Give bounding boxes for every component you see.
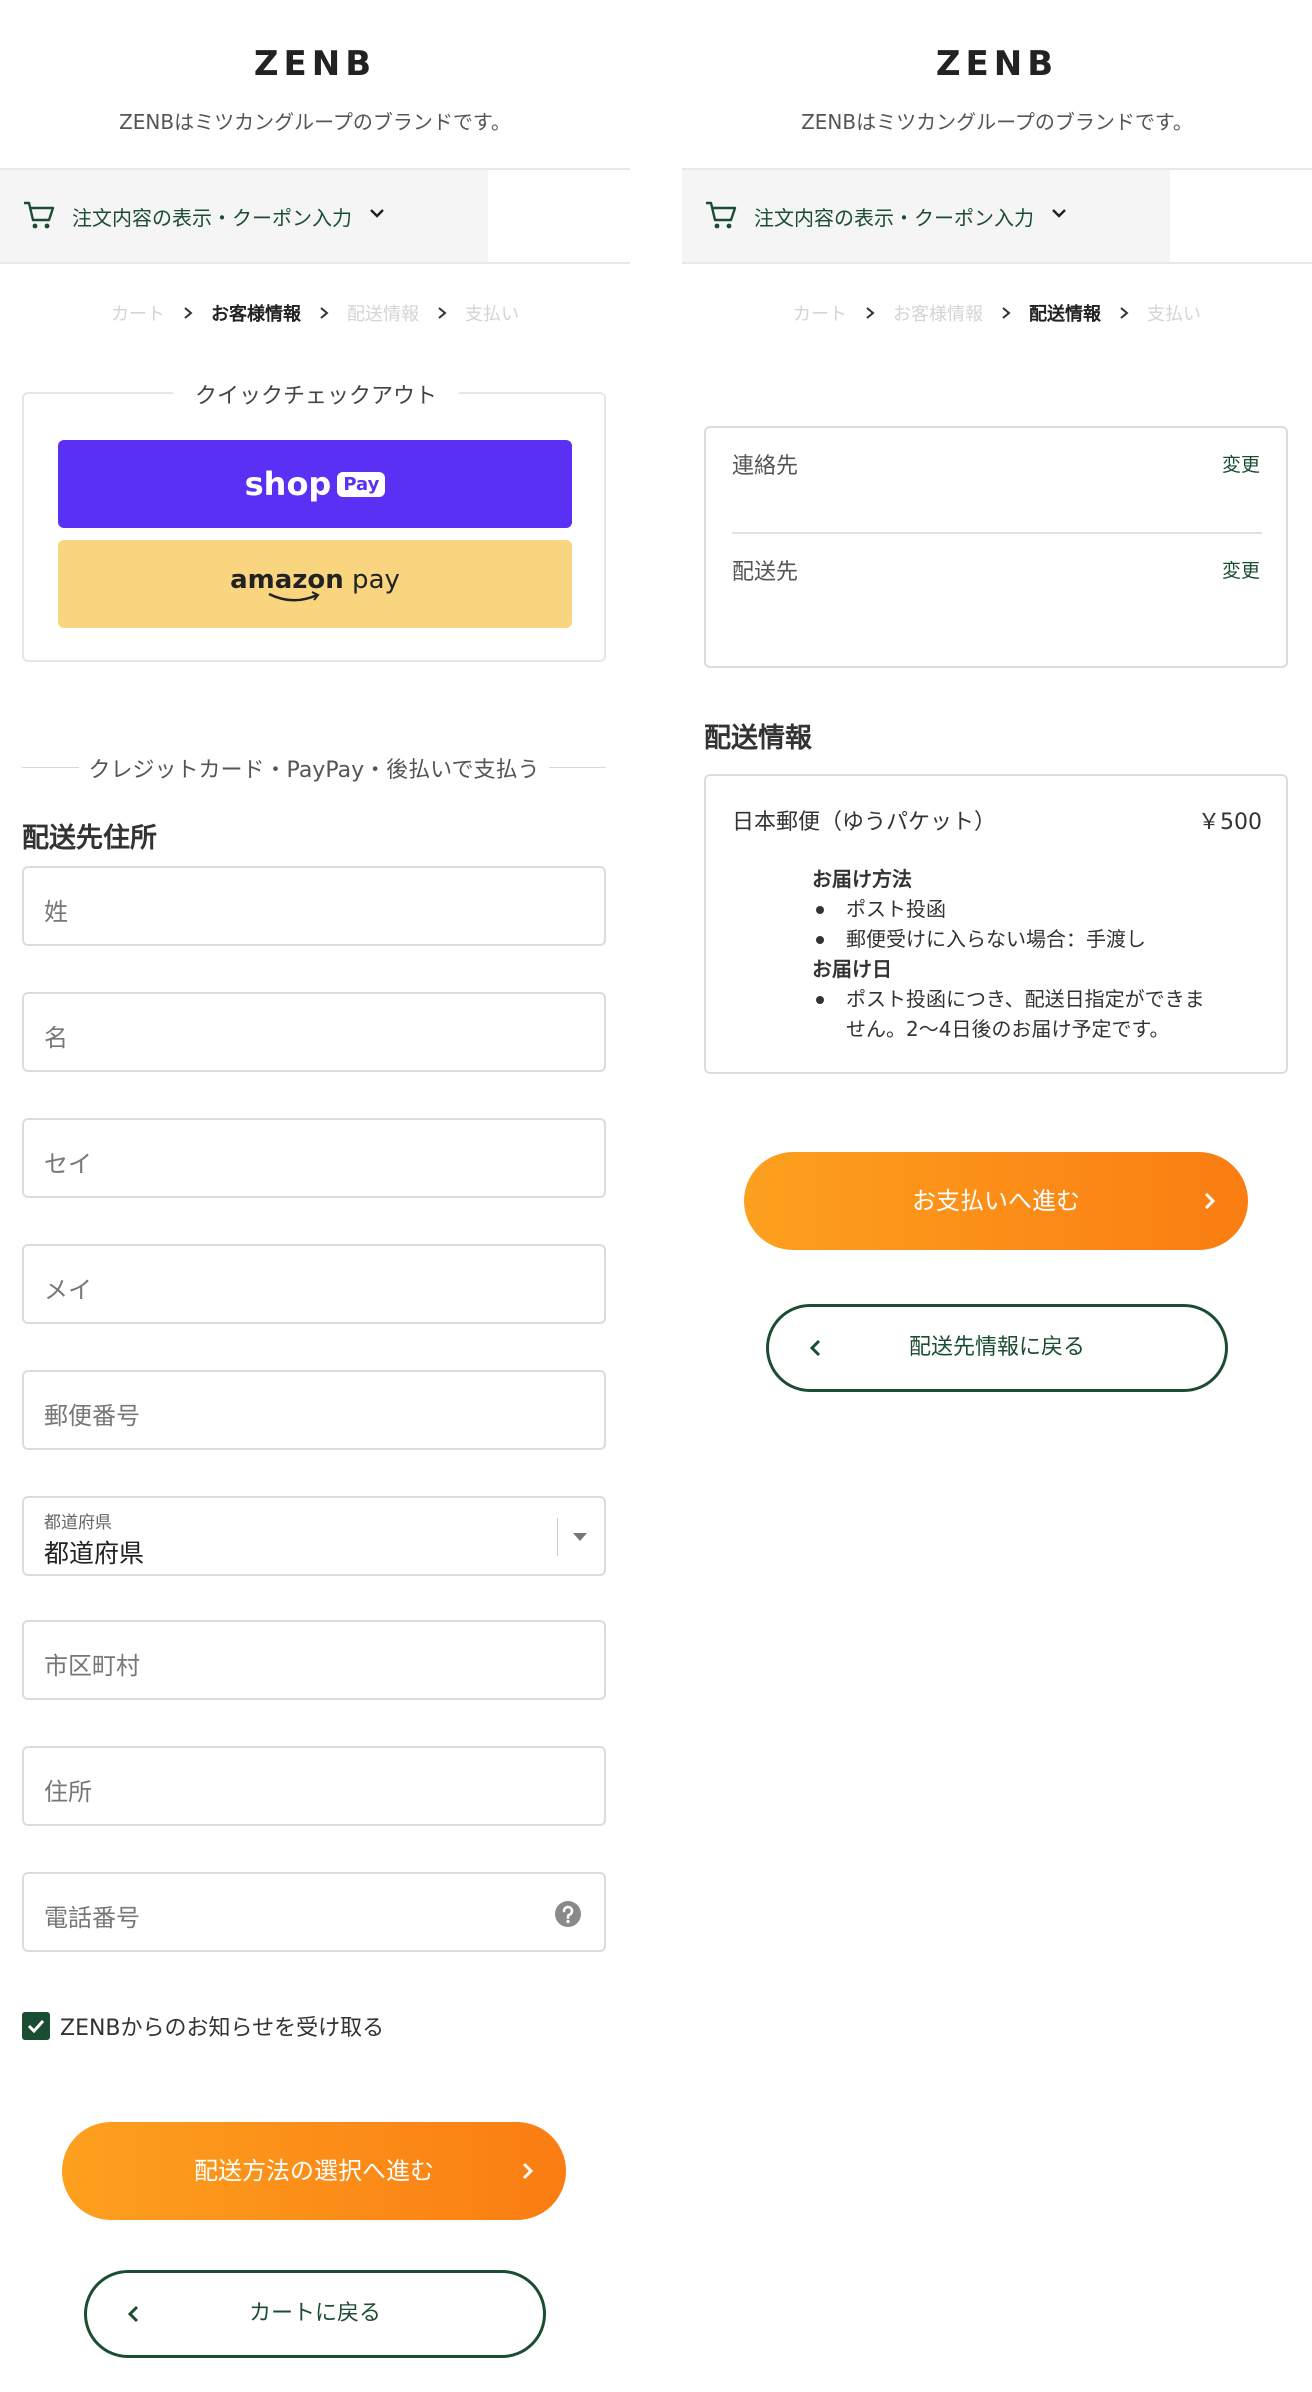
order-summary-toggle[interactable]: 注文内容の表示・クーポン入力 <box>0 168 630 264</box>
phone-placeholder: 電話番号 <box>44 1904 140 1932</box>
amazon-smile-icon <box>268 591 320 602</box>
amazon-pay-button[interactable]: amazon pay <box>58 540 572 628</box>
order-summary-label: 注文内容の表示・クーポン入力 <box>754 206 1034 230</box>
back-to-cart-button[interactable]: カートに戻る <box>84 2270 546 2358</box>
brand-tagline: ZENBはミツカングループのブランドです。 <box>801 110 1193 134</box>
prefecture-value: 都道府県 <box>44 1539 145 1568</box>
alt-payment-title: クレジットカード・PayPay・後払いで支払う <box>78 758 550 783</box>
first-name-kana-field[interactable]: メイ <box>22 1244 606 1324</box>
quick-checkout-title: クイックチェックアウト <box>172 384 459 409</box>
breadcrumb-payment: 支払い <box>1147 304 1201 325</box>
address-field[interactable]: 住所 <box>22 1746 606 1826</box>
breadcrumb-shipping: 配送情報 <box>347 304 419 325</box>
quick-checkout-box: クイックチェックアウト shop Pay amazon pay <box>22 384 606 662</box>
shop-pay-button[interactable]: shop Pay <box>58 440 572 528</box>
shipping-method-name: 日本郵便（ゆうパケット） <box>732 810 997 835</box>
last-name-kana-field[interactable]: セイ <box>22 1118 606 1198</box>
ship-to-label: 配送先 <box>732 560 799 585</box>
chevron-right-icon <box>866 307 875 319</box>
check-icon <box>27 2019 45 2034</box>
last-name-field[interactable]: 姓 <box>22 866 606 946</box>
breadcrumb-customer-info: お客様情報 <box>211 304 301 325</box>
review-box: 連絡先 変更 配送先 変更 <box>704 426 1288 668</box>
cart-icon <box>706 201 737 229</box>
continue-to-payment-label: お支払いへ進む <box>912 1187 1080 1215</box>
chevron-right-icon <box>1204 1192 1216 1210</box>
shipping-method-details: お届け方法 ポスト投函 郵便受けに入らない場合：手渡し お届け日 ポスト投函につ… <box>812 864 1262 1044</box>
continue-to-shipping-label: 配送方法の選択へ進む <box>194 2157 434 2185</box>
contact-label: 連絡先 <box>732 454 799 479</box>
delivery-method-heading: お届け方法 <box>812 867 912 891</box>
chevron-right-icon <box>184 307 193 319</box>
delivery-date-item: ポスト投函につき、配送日指定ができま せん。2〜4日後のお届け予定です。 <box>812 984 1262 1044</box>
chevron-down-icon <box>1052 209 1066 218</box>
delivery-method-item: ポスト投函 <box>812 894 1262 924</box>
first-name-kana-placeholder: メイ <box>44 1276 92 1304</box>
back-to-shipping-address-button[interactable]: 配送先情報に戻る <box>766 1304 1228 1392</box>
chevron-left-icon <box>809 1339 821 1357</box>
chevron-right-icon <box>522 2162 534 2180</box>
zenb-logo[interactable]: ZENB <box>682 44 1312 84</box>
alt-payment-divider: クレジットカード・PayPay・後払いで支払う <box>22 752 606 783</box>
first-name-field[interactable]: 名 <box>22 992 606 1072</box>
city-field[interactable]: 市区町村 <box>22 1620 606 1700</box>
shipping-method-price: ￥500 <box>1198 810 1262 835</box>
breadcrumb: カート お客様情報 配送情報 支払い <box>0 300 630 326</box>
newsletter-checkbox-row[interactable]: ZENBからのお知らせを受け取る <box>22 2010 384 2042</box>
breadcrumb-customer-info[interactable]: お客様情報 <box>893 300 983 326</box>
newsletter-label: ZENBからのお知らせを受け取る <box>60 2016 385 2041</box>
change-contact-link[interactable]: 変更 <box>1222 450 1260 477</box>
prefecture-label: 都道府県 <box>44 1513 112 1533</box>
shop-pay-wordmark: shop <box>244 465 332 503</box>
delivery-date-heading: お届け日 <box>812 957 892 981</box>
breadcrumb-cart[interactable]: カート <box>793 300 847 326</box>
last-name-placeholder: 姓 <box>44 898 68 926</box>
phone-field[interactable]: 電話番号 <box>22 1872 606 1952</box>
shipping-address-heading: 配送先住所 <box>22 823 157 854</box>
dropdown-arrow-icon <box>573 1533 587 1541</box>
chevron-right-icon <box>1120 307 1129 319</box>
postal-code-field[interactable]: 郵便番号 <box>22 1370 606 1450</box>
chevron-left-icon <box>127 2305 139 2323</box>
help-icon[interactable] <box>554 1900 582 1928</box>
last-name-kana-placeholder: セイ <box>44 1150 92 1178</box>
breadcrumb-cart[interactable]: カート <box>111 300 165 326</box>
back-to-cart-label: カートに戻る <box>248 2301 381 2326</box>
order-summary-label: 注文内容の表示・クーポン入力 <box>72 206 352 230</box>
shop-pay-pill: Pay <box>337 471 386 497</box>
shipping-info-heading: 配送情報 <box>704 723 812 754</box>
order-summary-toggle[interactable]: 注文内容の表示・クーポン入力 <box>682 168 1312 264</box>
chevron-right-icon <box>320 307 329 319</box>
first-name-placeholder: 名 <box>44 1024 68 1052</box>
shipping-info-panel: ZENB ZENBはミツカングループのブランドです。 注文内容の表示・クーポン入… <box>682 0 1312 2392</box>
continue-to-payment-button[interactable]: お支払いへ進む <box>744 1152 1248 1250</box>
city-placeholder: 市区町村 <box>44 1652 140 1680</box>
newsletter-checkbox[interactable] <box>22 2012 50 2040</box>
chevron-right-icon <box>438 307 447 319</box>
shipping-method-option[interactable]: 日本郵便（ゆうパケット） ￥500 お届け方法 ポスト投函 郵便受けに入らない場… <box>704 774 1288 1074</box>
back-to-shipping-address-label: 配送先情報に戻る <box>908 1335 1085 1360</box>
customer-info-panel: ZENB ZENBはミツカングループのブランドです。 注文内容の表示・クーポン入… <box>0 0 630 2392</box>
continue-to-shipping-button[interactable]: 配送方法の選択へ進む <box>62 2122 566 2220</box>
order-total-area <box>1170 170 1312 262</box>
address-placeholder: 住所 <box>44 1778 92 1806</box>
cart-icon <box>24 201 55 229</box>
order-total-area <box>488 170 630 262</box>
change-ship-to-link[interactable]: 変更 <box>1222 556 1260 583</box>
breadcrumb: カート お客様情報 配送情報 支払い <box>682 300 1312 326</box>
breadcrumb-shipping: 配送情報 <box>1029 304 1101 325</box>
chevron-right-icon <box>1002 307 1011 319</box>
breadcrumb-payment: 支払い <box>465 304 519 325</box>
zenb-logo[interactable]: ZENB <box>0 44 630 84</box>
postal-code-placeholder: 郵便番号 <box>44 1402 140 1430</box>
chevron-down-icon <box>370 209 384 218</box>
brand-tagline: ZENBはミツカングループのブランドです。 <box>119 110 511 134</box>
delivery-method-item: 郵便受けに入らない場合：手渡し <box>812 924 1262 954</box>
prefecture-select[interactable]: 都道府県 都道府県 <box>22 1496 606 1576</box>
